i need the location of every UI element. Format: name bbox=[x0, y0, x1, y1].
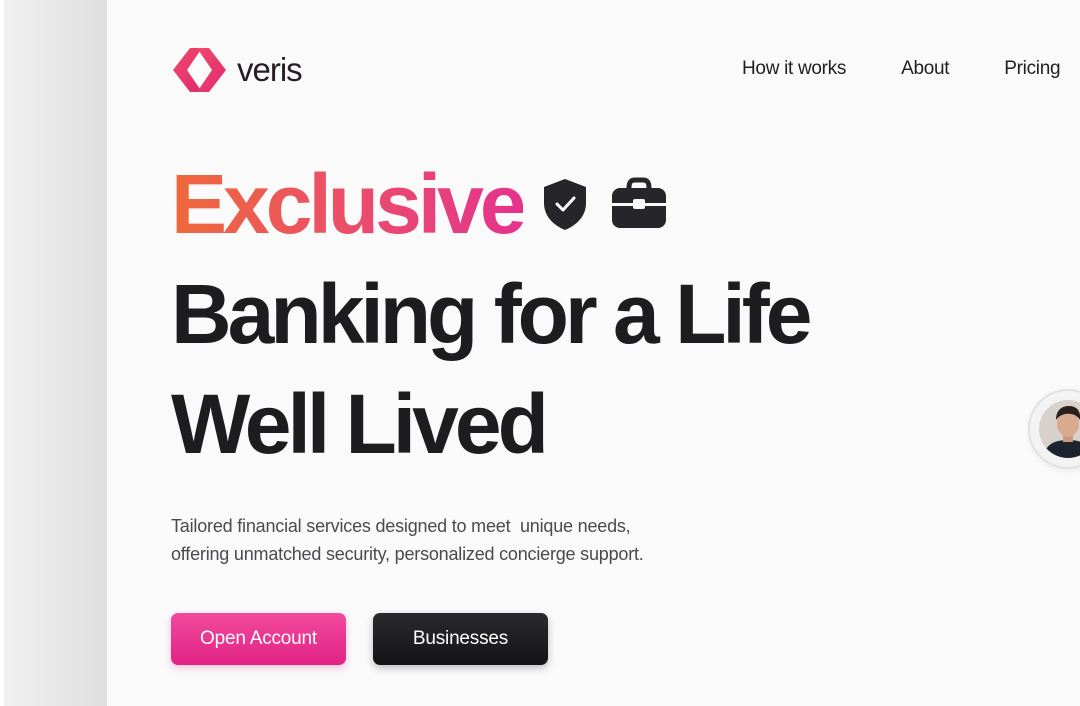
shield-check-icon bbox=[543, 179, 586, 230]
person-avatar-icon bbox=[1039, 400, 1080, 458]
hero-headline-line3: Well Lived bbox=[171, 377, 549, 471]
briefcase-icon bbox=[611, 177, 666, 228]
landing-page: veris How it works About Pricing Exclusi… bbox=[107, 0, 1080, 706]
hero-subtitle-line1: Tailored financial services designed to … bbox=[171, 516, 631, 536]
veris-logo-icon bbox=[173, 48, 226, 92]
businesses-button[interactable]: Businesses bbox=[373, 613, 548, 665]
nav-about[interactable]: About bbox=[901, 58, 949, 80]
top-nav: How it works About Pricing bbox=[742, 58, 1061, 80]
hero-highlight-word: Exclusive bbox=[171, 157, 527, 251]
brand-name: veris bbox=[237, 51, 303, 88]
hero-headline-line2: Banking for a Life bbox=[171, 267, 812, 361]
hero-subtitle: Tailored financial services designed to … bbox=[171, 512, 771, 568]
hero-subtitle-line2: offering unmatched security, personalize… bbox=[171, 544, 644, 564]
avatar[interactable] bbox=[1028, 389, 1080, 469]
nav-how-it-works[interactable]: How it works bbox=[742, 58, 846, 80]
open-account-button[interactable]: Open Account bbox=[171, 613, 346, 665]
brand-logo[interactable]: veris bbox=[171, 46, 303, 94]
nav-pricing[interactable]: Pricing bbox=[1004, 58, 1060, 80]
left-gutter bbox=[0, 0, 107, 706]
hero-headline-line1: Exclusive bbox=[171, 162, 669, 246]
